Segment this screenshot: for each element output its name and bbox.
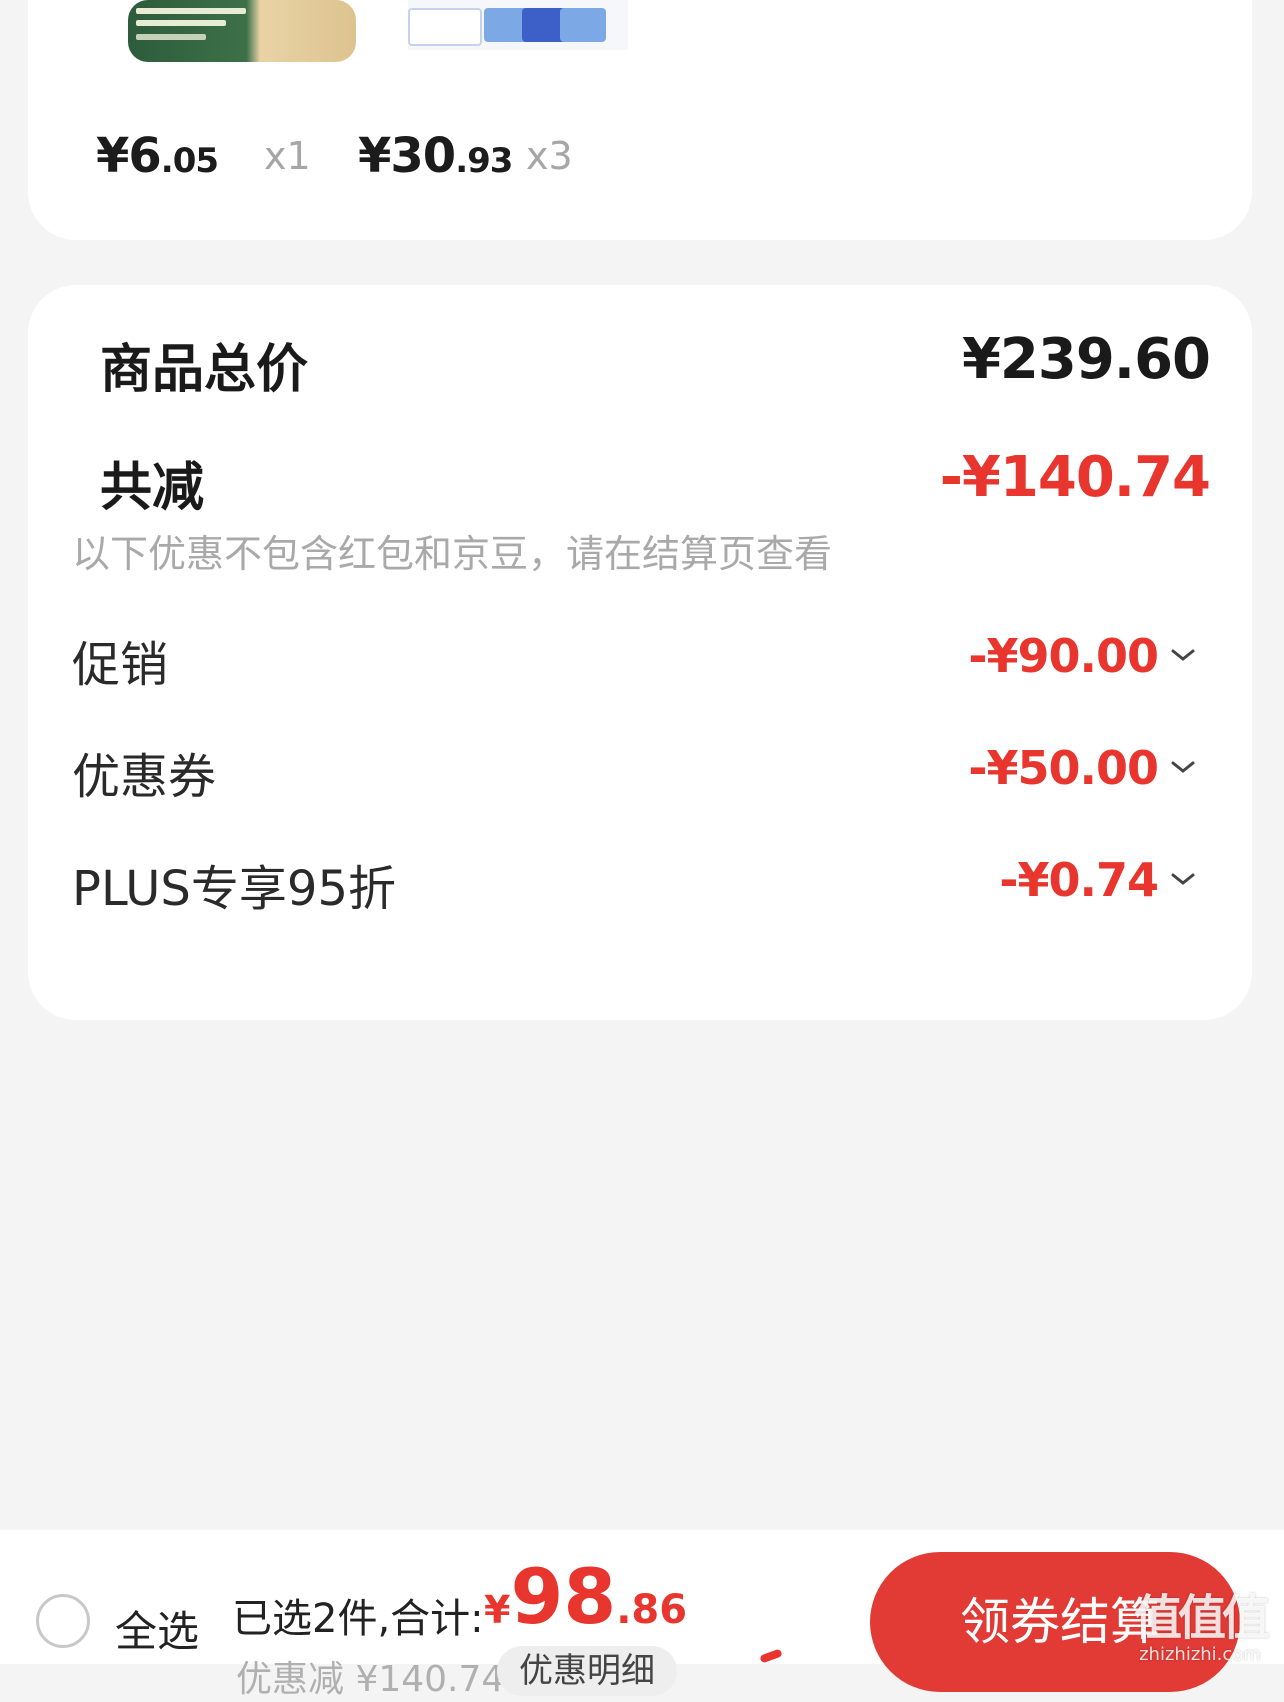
product-thumbnail-2[interactable] bbox=[408, 0, 628, 50]
products-card: ¥6.05 x1 ¥30.93 x3 bbox=[28, 0, 1252, 240]
discount-hint: 优惠减 ¥140.74 bbox=[236, 1659, 505, 1700]
select-all-radio[interactable] bbox=[36, 1594, 90, 1648]
product-price-2: ¥30.93 bbox=[358, 128, 513, 184]
total-reduction-label: 共减 bbox=[100, 458, 205, 518]
coupon-value[interactable]: -¥50.00 bbox=[968, 741, 1159, 795]
chevron-down-icon[interactable] bbox=[1170, 871, 1196, 887]
watermark-mark: 值值值 bbox=[1133, 1590, 1270, 1646]
discount-notice: 以下优惠不包含红包和京豆，请在结算页查看 bbox=[72, 532, 833, 576]
discount-detail-button[interactable]: 优惠明细 bbox=[497, 1646, 677, 1696]
checkout-bar: 全选 已选2件,合计: ¥98.86 优惠减 ¥140.74 优惠明细 领券结算 bbox=[0, 1530, 1284, 1700]
plus-discount-label: PLUS专享95折 bbox=[72, 861, 396, 917]
total-price-label: 商品总价 bbox=[100, 340, 309, 400]
plus-discount-value[interactable]: -¥0.74 bbox=[999, 853, 1159, 907]
chevron-down-icon[interactable] bbox=[1170, 759, 1196, 775]
product-qty-1: x1 bbox=[264, 134, 311, 178]
chevron-down-icon[interactable] bbox=[1170, 647, 1196, 663]
product-price-1: ¥6.05 bbox=[96, 128, 219, 184]
promotion-label: 促销 bbox=[72, 637, 169, 693]
watermark-site: zhizhizhi.com bbox=[1139, 1644, 1261, 1665]
checkout-total-amount: ¥98.86 bbox=[484, 1552, 688, 1641]
promotion-value[interactable]: -¥90.00 bbox=[968, 629, 1159, 683]
product-qty-2: x3 bbox=[526, 134, 573, 178]
total-price-value: ¥239.60 bbox=[961, 327, 1211, 392]
coupon-label: 优惠券 bbox=[72, 749, 217, 805]
watermark-logo: 值值值 zhizhizhi.com bbox=[1133, 1578, 1270, 1665]
product-thumbnail-1[interactable] bbox=[128, 0, 356, 62]
select-all-label[interactable]: 全选 bbox=[115, 1598, 199, 1659]
selected-count-summary: 已选2件,合计: bbox=[232, 1596, 484, 1642]
total-reduction-value: -¥140.74 bbox=[939, 445, 1211, 510]
price-summary-card: 商品总价 ¥239.60 共减 -¥140.74 以下优惠不包含红包和京豆，请在… bbox=[28, 285, 1252, 1020]
